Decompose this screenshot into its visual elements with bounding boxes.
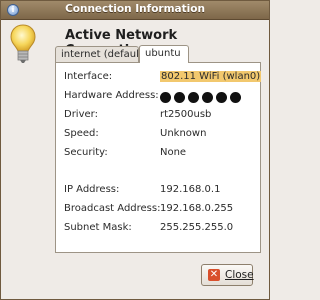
driver-value: rt2500usb — [160, 109, 212, 120]
ip-address-row: IP Address: 192.168.0.1 — [64, 184, 258, 198]
close-icon: ✕ — [208, 269, 220, 281]
titlebar[interactable]: i Connection Information — [1, 1, 269, 20]
tab-ubuntu[interactable]: ubuntu — [139, 45, 189, 63]
security-row: Security: None — [64, 147, 258, 161]
security-value: None — [160, 147, 187, 158]
broadcast-address-row: Broadcast Address: 192.168.0.255 — [64, 203, 258, 217]
interface-label: Interface: — [64, 71, 113, 82]
interface-row: Interface: 802.11 WiFi (wlan0) — [64, 71, 262, 85]
connection-details-panel: Interface: 802.11 WiFi (wlan0) Hardware … — [55, 62, 262, 253]
driver-label: Driver: — [64, 109, 98, 120]
close-button[interactable]: ✕ Close — [201, 264, 254, 286]
subnet-mask-label: Subnet Mask: — [64, 222, 132, 233]
subnet-mask-row: Subnet Mask: 255.255.255.0 — [64, 222, 258, 236]
interface-value: 802.11 WiFi (wlan0) — [160, 71, 262, 82]
window-title: Connection Information — [65, 3, 205, 15]
speed-value: Unknown — [160, 128, 207, 139]
speed-row: Speed: Unknown — [64, 128, 258, 142]
subnet-mask-value: 255.255.255.0 — [160, 222, 234, 233]
driver-row: Driver: rt2500usb — [64, 109, 258, 123]
broadcast-address-value: 192.168.0.255 — [160, 203, 234, 214]
hardware-address-row: Hardware Address: — [64, 90, 258, 104]
hardware-address-value — [160, 92, 244, 104]
close-button-label: Close — [225, 269, 254, 281]
broadcast-address-label: Broadcast Address: — [64, 203, 161, 214]
speed-label: Speed: — [64, 128, 99, 139]
ip-address-value: 192.168.0.1 — [160, 184, 221, 195]
lightbulb-icon — [10, 24, 36, 63]
connection-info-window: i Connection Information Active Network … — [0, 0, 270, 300]
security-label: Security: — [64, 147, 108, 158]
ip-address-label: IP Address: — [64, 184, 120, 195]
hardware-address-label: Hardware Address: — [64, 90, 159, 101]
tab-internet-default[interactable]: internet (default) — [55, 46, 147, 62]
